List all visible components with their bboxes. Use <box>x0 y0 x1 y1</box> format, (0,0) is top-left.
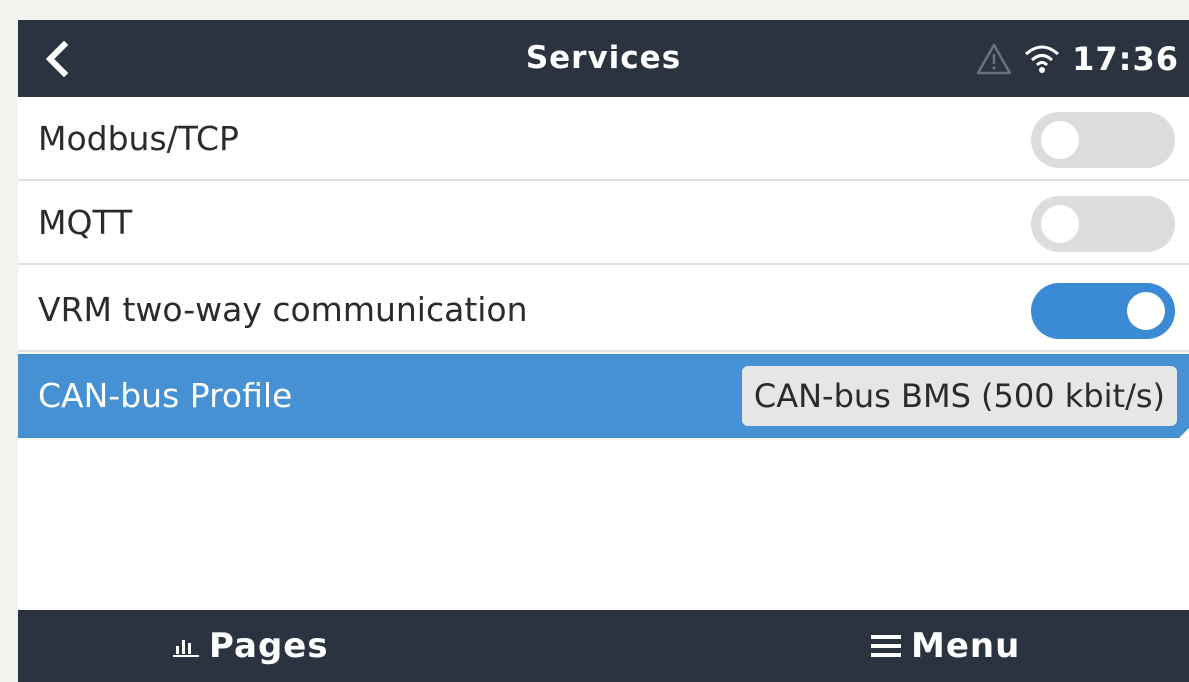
can-bus-profile-select[interactable]: CAN-bus BMS (500 kbit/s) <box>741 366 1177 426</box>
toggle-knob <box>1127 292 1165 330</box>
setting-row-vrm-two-way[interactable]: VRM two-way communication <box>18 268 1189 352</box>
pages-button[interactable]: Pages <box>18 610 603 682</box>
status-area: 17:36 <box>976 20 1179 97</box>
setting-row-can-bus-profile[interactable]: CAN-bus Profile CAN-bus BMS (500 kbit/s) <box>18 354 1189 438</box>
setting-row-mqtt[interactable]: MQTT <box>18 181 1189 265</box>
wifi-icon <box>1025 45 1060 73</box>
mqtt-toggle[interactable] <box>1031 196 1175 252</box>
setting-label: CAN-bus Profile <box>38 376 293 415</box>
modbus-tcp-toggle[interactable] <box>1031 112 1175 168</box>
submenu-indicator <box>1179 428 1189 438</box>
bar-chart-icon <box>173 640 199 657</box>
clock: 17:36 <box>1072 39 1179 78</box>
header-bar: Services 17:36 <box>18 20 1189 97</box>
setting-label: VRM two-way communication <box>38 290 528 329</box>
toggle-knob <box>1041 205 1079 243</box>
footer-bar: Pages Menu <box>18 610 1189 682</box>
pages-label: Pages <box>209 626 329 666</box>
setting-label: MQTT <box>38 203 133 242</box>
services-screen: Services 17:36 Modbus/TCP MQTT VRM two-w… <box>18 20 1189 682</box>
menu-label: Menu <box>911 626 1021 666</box>
hamburger-menu-icon <box>871 635 901 657</box>
setting-label: Modbus/TCP <box>38 119 239 158</box>
setting-row-modbus-tcp[interactable]: Modbus/TCP <box>18 97 1189 181</box>
toggle-knob <box>1041 121 1079 159</box>
vrm-two-way-toggle[interactable] <box>1031 283 1175 339</box>
menu-button[interactable]: Menu <box>603 610 1188 682</box>
warning-icon <box>976 43 1012 74</box>
